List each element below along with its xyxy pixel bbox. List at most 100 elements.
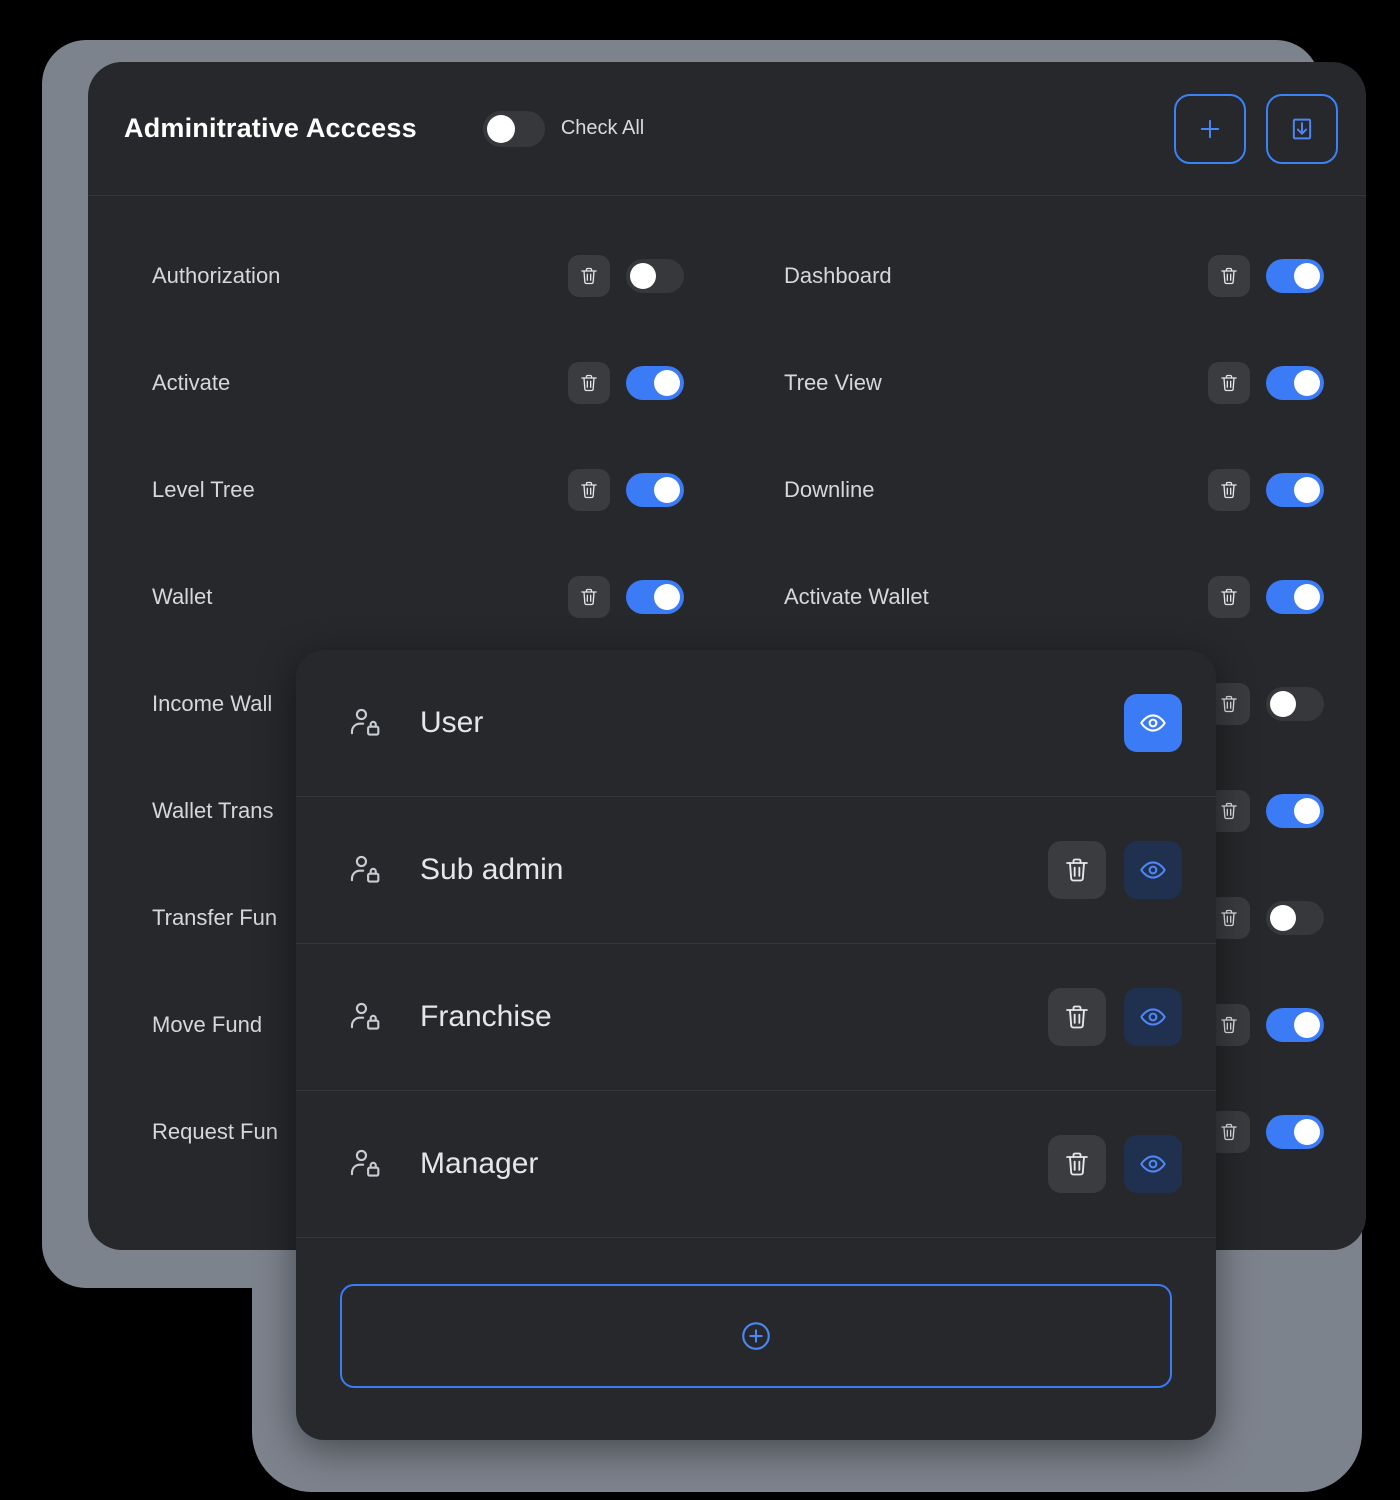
add-button[interactable] (1174, 93, 1246, 164)
permission-label: Downline (784, 476, 875, 502)
eye-icon (1139, 1003, 1167, 1031)
permission-controls (568, 361, 726, 404)
permission-toggle[interactable] (1266, 1007, 1324, 1042)
role-name: Sub admin (420, 853, 564, 886)
permission-cell-right-0: Dashboard (726, 222, 1366, 329)
check-all-group: Check All (482, 110, 645, 147)
permission-controls (1208, 682, 1366, 725)
delete-permission-button[interactable] (568, 254, 610, 297)
permission-cell-left-1: Activate (88, 329, 726, 436)
delete-permission-button[interactable] (568, 468, 610, 511)
permission-label: Wallet (152, 583, 213, 609)
plus-icon (1196, 115, 1224, 143)
check-all-label: Check All (560, 117, 645, 139)
save-button[interactable] (1266, 93, 1338, 164)
permission-toggle[interactable] (1266, 258, 1324, 293)
role-actions (1048, 1135, 1182, 1193)
trash-icon (1063, 1003, 1091, 1031)
trash-icon (579, 480, 599, 500)
trash-icon (579, 587, 599, 607)
toggle-knob (1270, 690, 1296, 717)
role-name: Franchise (420, 1000, 552, 1033)
trash-icon (1219, 908, 1239, 928)
toggle-knob (486, 114, 515, 143)
panel-header: Adminitrative Acccess Check All (88, 62, 1366, 196)
view-role-button[interactable] (1124, 841, 1182, 899)
permission-controls (1208, 361, 1366, 404)
permission-controls (1208, 896, 1366, 939)
permission-toggle[interactable] (1266, 900, 1324, 935)
trash-icon (1063, 856, 1091, 884)
permission-controls (1208, 1110, 1366, 1153)
delete-permission-button[interactable] (1208, 575, 1250, 618)
trash-icon (1219, 480, 1239, 500)
permission-toggle[interactable] (1266, 579, 1324, 614)
user-lock-icon (348, 1000, 382, 1034)
delete-permission-button[interactable] (568, 575, 610, 618)
toggle-knob (654, 369, 680, 396)
permission-toggle[interactable] (1266, 686, 1324, 721)
role-list-modal: User Sub admin Franchise Manager (296, 650, 1216, 1440)
role-row[interactable]: Franchise (296, 944, 1216, 1091)
eye-icon (1139, 1150, 1167, 1178)
role-row[interactable]: Manager (296, 1091, 1216, 1238)
trash-icon (579, 266, 599, 286)
trash-icon (1219, 1122, 1239, 1142)
permission-toggle[interactable] (1266, 1114, 1324, 1149)
user-lock-icon (348, 853, 382, 887)
delete-permission-button[interactable] (568, 361, 610, 404)
delete-role-button[interactable] (1048, 988, 1106, 1046)
permission-toggle[interactable] (626, 472, 684, 507)
delete-role-button[interactable] (1048, 841, 1106, 899)
view-role-button[interactable] (1124, 694, 1182, 752)
permission-toggle[interactable] (1266, 472, 1324, 507)
permission-label: Dashboard (784, 262, 892, 288)
permission-controls (1208, 468, 1366, 511)
permission-cell-left-2: Level Tree (88, 436, 726, 543)
permission-label: Authorization (152, 262, 281, 288)
permission-cell-right-1: Tree View (726, 329, 1366, 436)
toggle-knob (1294, 583, 1320, 610)
eye-icon (1139, 709, 1167, 737)
role-row[interactable]: Sub admin (296, 797, 1216, 944)
permission-toggle[interactable] (1266, 793, 1324, 828)
toggle-knob (630, 262, 656, 289)
permission-toggle[interactable] (626, 579, 684, 614)
trash-icon (1219, 373, 1239, 393)
save-download-icon (1288, 115, 1316, 143)
toggle-knob (654, 476, 680, 503)
toggle-knob (1294, 1118, 1320, 1145)
view-role-button[interactable] (1124, 1135, 1182, 1193)
delete-permission-button[interactable] (1208, 468, 1250, 511)
permission-toggle[interactable] (1266, 365, 1324, 400)
permission-controls (1208, 254, 1366, 297)
trash-icon (579, 373, 599, 393)
user-lock-icon (348, 706, 382, 740)
toggle-knob (1294, 476, 1320, 503)
delete-permission-button[interactable] (1208, 254, 1250, 297)
role-actions (1124, 694, 1182, 752)
delete-permission-button[interactable] (1208, 361, 1250, 404)
permission-controls (1208, 575, 1366, 618)
add-role-button[interactable] (340, 1284, 1172, 1388)
permission-row: Activate Tree View (88, 329, 1366, 436)
page-title: Adminitrative Acccess (124, 113, 417, 143)
delete-role-button[interactable] (1048, 1135, 1106, 1193)
permission-cell-left-0: Authorization (88, 222, 726, 329)
permission-toggle[interactable] (626, 258, 684, 293)
trash-icon (1219, 266, 1239, 286)
check-all-toggle[interactable] (482, 110, 545, 147)
role-name: Manager (420, 1147, 539, 1180)
view-role-button[interactable] (1124, 988, 1182, 1046)
toggle-knob (1294, 262, 1320, 289)
toggle-knob (1294, 369, 1320, 396)
toggle-knob (1294, 1011, 1320, 1038)
permission-cell-right-3: Activate Wallet (726, 543, 1366, 650)
permission-controls (568, 468, 726, 511)
permission-toggle[interactable] (626, 365, 684, 400)
screenshot-stage: Adminitrative Acccess Check All Authoriz… (0, 0, 1400, 1500)
role-row[interactable]: User (296, 650, 1216, 797)
permission-row: Level Tree Downline (88, 436, 1366, 543)
permission-cell-right-2: Downline (726, 436, 1366, 543)
trash-icon (1219, 801, 1239, 821)
